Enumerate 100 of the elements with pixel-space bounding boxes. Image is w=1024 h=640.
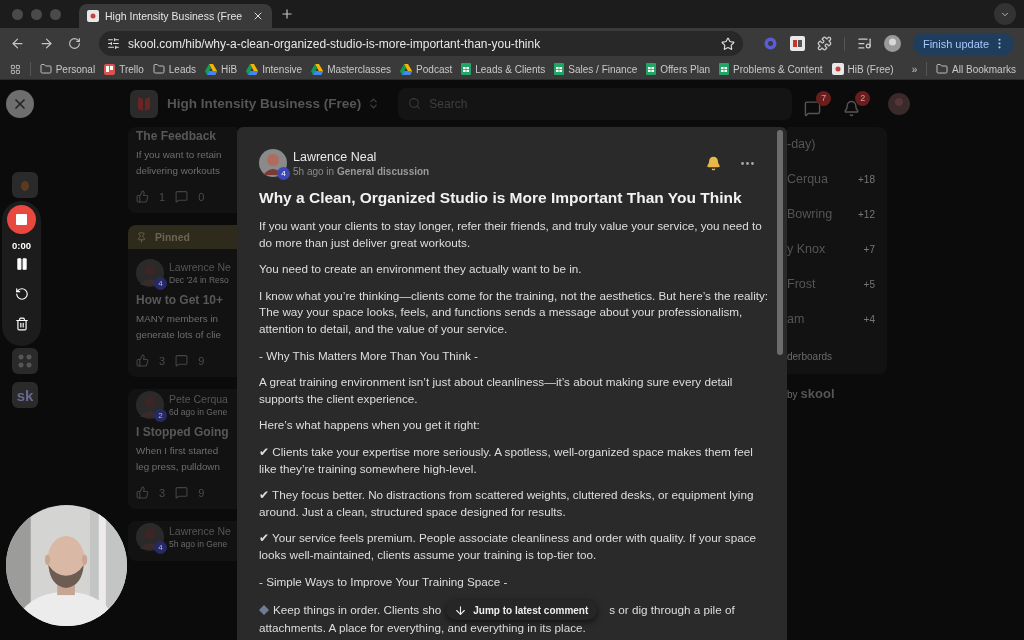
bookmark[interactable]: Intensive [246, 63, 303, 75]
diamond-icon [259, 605, 269, 616]
bookmark[interactable]: Leads & Clients [461, 63, 546, 75]
count-badge: 7 [816, 90, 832, 106]
extensions-icon[interactable] [816, 36, 832, 51]
bookmark[interactable]: Sales / Finance [554, 63, 638, 75]
member-name: Frost [787, 277, 816, 291]
site-settings-icon[interactable] [107, 37, 120, 50]
bookmark[interactable]: Offers Plan [646, 63, 711, 75]
bookmark[interactable]: Leads [152, 63, 197, 75]
triangle-icon [311, 63, 324, 75]
author-avatar [136, 259, 164, 287]
folder-icon [39, 63, 52, 75]
member-points: +5 [863, 278, 875, 290]
jump-to-latest-button[interactable]: Jump to latest comment [446, 600, 598, 621]
chat-button[interactable]: 7 [804, 90, 832, 117]
pause-icon[interactable] [14, 257, 29, 271]
paragraph: ✔ Your service feels premium. People associate cleanliness and order with quality. If your space looks well-maintained, clients assume your training is top-tier too. [259, 530, 757, 563]
profile-avatar[interactable] [883, 35, 901, 52]
scrollbar-thumb[interactable] [777, 130, 783, 355]
media-icon[interactable] [856, 36, 872, 51]
bookmark[interactable]: Trello [104, 63, 144, 75]
search-icon [408, 97, 422, 110]
member-name: Bowring [787, 207, 833, 221]
bell-icon [843, 99, 861, 117]
post-excerpt: leg press, pulldown [136, 461, 221, 472]
finish-update-button[interactable]: Finish update [912, 32, 1014, 55]
close-button[interactable] [6, 90, 34, 118]
author-avatar [136, 523, 164, 551]
arrow-down-icon [454, 603, 468, 617]
grid-icon[interactable] [12, 348, 38, 374]
leaderboards-link[interactable]: derboards [787, 351, 875, 362]
bookmark[interactable]: Personal [39, 63, 96, 75]
board-icon [104, 63, 116, 75]
star-icon[interactable] [720, 36, 735, 51]
apps-icon[interactable] [10, 62, 21, 76]
recording-time: 0:00 [12, 240, 31, 251]
level-badge: 2 [154, 409, 167, 422]
author-avatar [136, 391, 164, 419]
delete-icon[interactable] [14, 317, 29, 331]
notifications-button[interactable]: 2 [843, 90, 871, 117]
post-meta: Dec '24 in Reso [169, 275, 230, 285]
post-meta: 6d ago in Gene [169, 407, 228, 417]
post-excerpt: MANY members in [136, 313, 220, 324]
app-icon [831, 63, 844, 75]
triangle-icon [246, 63, 259, 75]
bookmark[interactable]: Problems & Content [719, 63, 823, 75]
bookmark[interactable]: HiB [205, 63, 238, 75]
post-meta: 5h ago in Gene [169, 539, 229, 549]
folder-icon [936, 63, 949, 75]
bell-icon[interactable] [706, 155, 721, 171]
author-avatar [259, 149, 287, 177]
more-bookmarks[interactable]: » [911, 63, 918, 75]
post-meta: 5h ago in General discussion [293, 165, 430, 177]
chat-icon [804, 99, 822, 117]
post-excerpt: delivering workouts [136, 165, 221, 176]
browser-tab[interactable]: High Intensity Business (Free [79, 4, 273, 28]
folder-icon [152, 63, 165, 75]
author-name[interactable]: Lawrence Neal [293, 149, 430, 164]
count-badge: 2 [855, 90, 871, 106]
post-card[interactable]: 4 Lawrence Ne 5h ago in Gene [128, 521, 237, 561]
spreadsheet-icon [461, 63, 472, 75]
pin-icon [136, 231, 147, 243]
paragraph-fragment: s or dig through a pile of [609, 601, 735, 618]
paragraph: You need to create an environment they actually want to be in. [259, 261, 583, 278]
post-title: I Stopped Going [136, 425, 230, 439]
brand-name: skool [800, 386, 835, 401]
reload-icon [68, 37, 81, 50]
bookmark[interactable]: HiB (Free) [831, 63, 894, 75]
author-name: Pete Cerqua [169, 393, 228, 405]
address-bar[interactable]: skool.com/hib/why-a-clean-organized-studio-is-more-important-than-you-think [99, 31, 743, 56]
paragraph-fragment: Keep things in order. Clients sho [273, 601, 442, 618]
back-icon [10, 36, 25, 51]
powered-by-label: by [787, 389, 798, 400]
restart-icon[interactable] [14, 287, 29, 301]
bookmark[interactable]: All Bookmarks [936, 63, 1016, 75]
like-count: 3 [159, 486, 166, 499]
author-name: Lawrence Ne [169, 525, 231, 537]
triangle-icon [205, 63, 218, 75]
paragraph: - Simple Ways to Improve Your Training Space - [259, 573, 509, 590]
spreadsheet-icon [646, 63, 657, 75]
forward-icon [39, 36, 54, 51]
spreadsheet-icon [719, 63, 730, 75]
back-button[interactable] [10, 36, 25, 51]
forward-button[interactable] [39, 36, 54, 51]
extension-icon[interactable] [789, 36, 805, 51]
stop-button[interactable] [7, 205, 36, 234]
member-points: +18 [858, 173, 875, 185]
triangle-icon [400, 63, 413, 75]
post-excerpt: generate lots of clie [136, 329, 222, 340]
member-name: y Knox [787, 242, 826, 256]
bookmark[interactable]: Podcast [400, 63, 453, 75]
post-title: The Feedback [136, 129, 218, 143]
reload-button[interactable] [68, 37, 81, 50]
like-count: 3 [159, 354, 166, 367]
bookmark[interactable]: Masterclasses [311, 63, 392, 75]
post-title: Why a Clean, Organized Studio is More Important Than You Think [259, 188, 743, 208]
paragraph: A great training environment isn’t just about cleanliness—it’s about making sure every detail supports the client experience. [259, 374, 734, 407]
post-excerpt: If you want to retain [136, 149, 223, 160]
new-tab-button[interactable] [280, 7, 295, 21]
